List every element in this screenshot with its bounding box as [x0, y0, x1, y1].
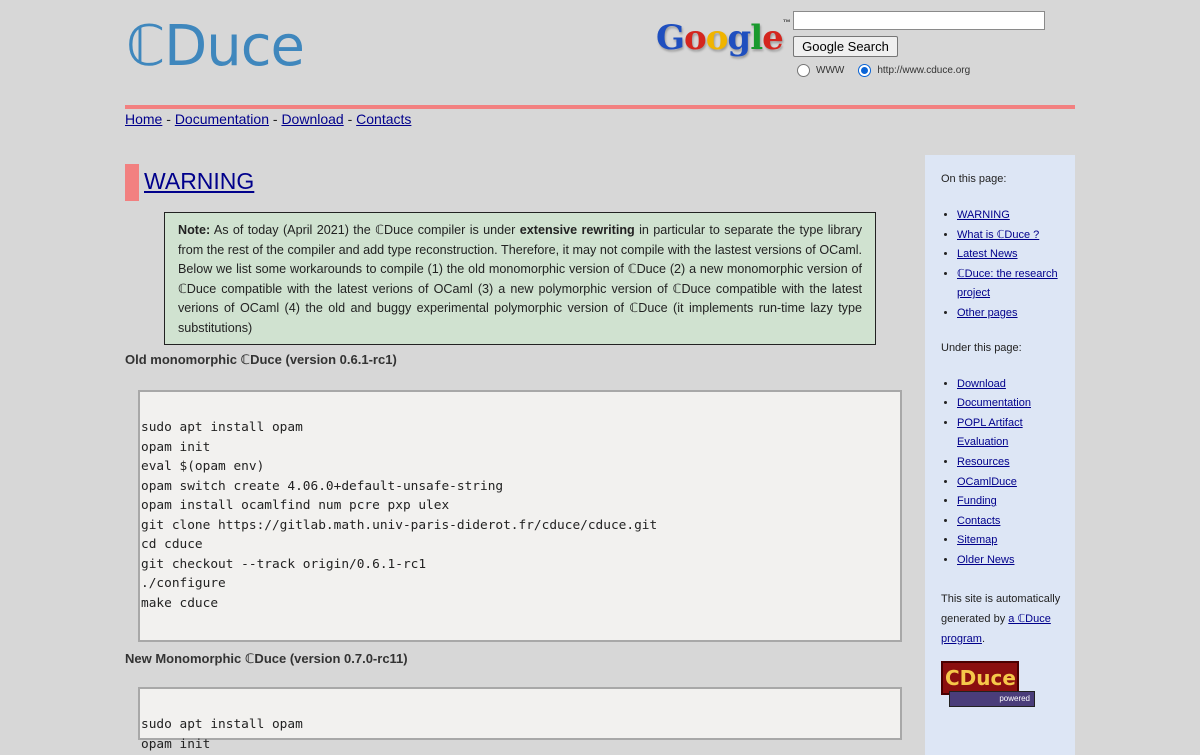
code-line: git clone https://gitlab.math.univ-paris… — [141, 517, 658, 533]
list-item: Contacts — [957, 512, 1075, 532]
list-item: POPL Artifact Evaluation — [957, 414, 1075, 453]
list-item: Resources — [957, 453, 1075, 473]
cduce-powered-badge[interactable]: CDuce powered — [941, 660, 1035, 709]
list-item: Older News — [957, 551, 1075, 571]
sidebar-link-other-pages[interactable]: Other pages — [957, 307, 1018, 319]
list-item: Funding — [957, 492, 1075, 512]
nav-separator: - — [343, 111, 357, 127]
warning-heading-link[interactable]: WARNING — [144, 168, 254, 195]
section-old-monomorphic-title: Old monomorphic ℂDuce (version 0.6.1-rc1… — [125, 352, 397, 367]
code-line: opam switch create 4.06.0+default-unsafe… — [141, 478, 504, 494]
code-block-new-monomorphic: sudo apt install opam opam init — [138, 687, 902, 752]
nav-documentation-link[interactable]: Documentation — [175, 111, 269, 127]
code-line: sudo apt install opam — [141, 717, 303, 732]
sidebar-link-documentation[interactable]: Documentation — [957, 397, 1031, 409]
sidebar: On this page: WARNING What is ℂDuce ? La… — [925, 155, 1075, 755]
note-label: Note: — [178, 223, 211, 237]
radio-www[interactable] — [797, 63, 810, 77]
google-search-input[interactable] — [793, 11, 1045, 30]
header-divider — [125, 105, 1075, 109]
generated-suffix: . — [981, 632, 986, 645]
code-line: cd cduce — [141, 537, 203, 552]
sidebar-link-ocamlduce[interactable]: OCamlDuce — [957, 476, 1017, 488]
list-item: Latest News — [957, 245, 1075, 265]
list-item: What is ℂDuce ? — [957, 226, 1075, 246]
code-block-old-monomorphic: sudo apt install opam opam init eval $(o… — [138, 390, 902, 642]
radio-site-label: http://www.cduce.org — [877, 64, 971, 76]
sidebar-link-resources[interactable]: Resources — [957, 456, 1010, 468]
sidebar-on-this-page-heading: On this page: — [941, 173, 1007, 185]
nav-home-link[interactable]: Home — [125, 111, 162, 127]
sidebar-link-latest-news[interactable]: Latest News — [957, 248, 1018, 260]
list-item: Download — [957, 375, 1075, 395]
sidebar-sub-links: Download Documentation POPL Artifact Eva… — [941, 375, 1075, 571]
nav-contacts-link[interactable]: Contacts — [356, 111, 411, 127]
code-line: make cduce — [141, 595, 219, 611]
sidebar-link-research-project[interactable]: ℂDuce: the research project — [957, 268, 1058, 300]
google-logo: Google™ — [656, 18, 791, 58]
section-new-monomorphic-title: New Monomorphic ℂDuce (version 0.7.0-rc1… — [125, 651, 408, 666]
list-item: WARNING — [957, 206, 1075, 226]
note-emphasis: extensive rewriting — [519, 223, 635, 237]
radio-site[interactable] — [858, 63, 872, 77]
warning-heading-marker — [125, 164, 139, 201]
code-line: eval $(opam env) — [141, 459, 265, 474]
sidebar-link-warning[interactable]: WARNING — [957, 209, 1010, 221]
note-text-part2: in particular to separate the type libra… — [178, 223, 863, 335]
sidebar-link-sitemap[interactable]: Sitemap — [957, 534, 997, 546]
sidebar-link-popl-artifact[interactable]: POPL Artifact Evaluation — [957, 417, 1023, 449]
badge-powered-text: powered — [949, 690, 1035, 707]
sidebar-link-what-is-cduce[interactable]: What is ℂDuce ? — [957, 229, 1039, 241]
generated-note: This site is automatically generated by … — [941, 589, 1075, 649]
code-line: opam init — [141, 736, 211, 752]
badge-logo-text: CDuce — [941, 660, 1019, 695]
nav-download-link[interactable]: Download — [281, 111, 343, 127]
google-search-button[interactable]: Google Search — [793, 36, 898, 57]
sidebar-link-older-news[interactable]: Older News — [957, 554, 1014, 566]
sidebar-link-download[interactable]: Download — [957, 378, 1006, 390]
sidebar-link-contacts[interactable]: Contacts — [957, 515, 1000, 527]
sidebar-link-funding[interactable]: Funding — [957, 495, 997, 507]
sidebar-page-links: WARNING What is ℂDuce ? Latest News ℂDuc… — [941, 206, 1075, 324]
search-scope: WWW http://www.cduce.org — [797, 62, 970, 78]
list-item: ℂDuce: the research project — [957, 265, 1075, 304]
list-item: Sitemap — [957, 531, 1075, 551]
list-item: Documentation — [957, 394, 1075, 414]
code-line: ./configure — [141, 576, 226, 591]
list-item: Other pages — [957, 304, 1075, 324]
list-item: OCamlDuce — [957, 473, 1075, 493]
note-text-part1: As of today (April 2021) the ℂDuce compi… — [210, 223, 520, 237]
code-line: opam install ocamlfind num pcre pxp ulex — [141, 498, 450, 513]
warning-note: Note: As of today (April 2021) the ℂDuce… — [164, 212, 876, 345]
code-line: git checkout --track origin/0.6.1-rc1 — [141, 556, 427, 572]
radio-www-label: WWW — [816, 64, 845, 76]
code-line: opam init — [141, 439, 211, 455]
cduce-logo: ℂDuce — [126, 14, 305, 79]
sidebar-under-this-page-heading: Under this page: — [941, 341, 1022, 354]
nav-separator: - — [162, 111, 175, 127]
top-nav: Home - Documentation - Download - Contac… — [125, 111, 411, 127]
code-line: sudo apt install opam — [141, 420, 303, 435]
nav-separator: - — [268, 111, 282, 127]
